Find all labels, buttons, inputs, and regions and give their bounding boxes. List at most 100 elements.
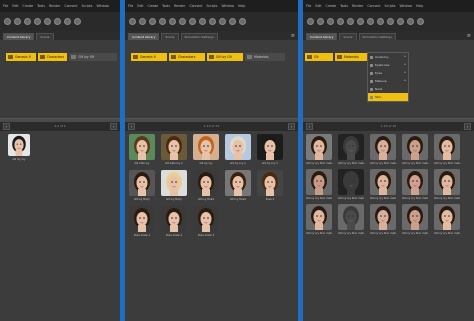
tab-content-library[interactable]: Content Library xyxy=(306,33,338,40)
breadcrumb-item[interactable]: Materials xyxy=(335,53,367,61)
tool-icon[interactable] xyxy=(14,18,21,25)
tab-content-library[interactable]: Content Library xyxy=(128,33,160,40)
content-item[interactable]: Pose smile 3 xyxy=(193,206,219,237)
tab-scene[interactable]: Scene xyxy=(36,33,54,40)
content-item[interactable]: G9 Ivy Head xyxy=(225,170,251,201)
content-item[interactable]: G9 Ivy Ivy xyxy=(193,134,219,165)
tool-icon[interactable] xyxy=(139,18,146,25)
tool-icon[interactable] xyxy=(219,18,226,25)
tool-icon[interactable] xyxy=(149,18,156,25)
dropdown-item[interactable]: Nails xyxy=(368,85,408,93)
content-item[interactable]: Pose smile 1 xyxy=(129,206,155,237)
content-item[interactable]: G9 Ivy Ivy Skin materials xyxy=(402,134,428,165)
content-item[interactable]: G9 Ivy Ivy xyxy=(8,134,30,161)
dropdown-item[interactable]: Eyes ▸ xyxy=(368,69,408,77)
tool-icon[interactable] xyxy=(34,18,41,25)
menu-connect[interactable]: Connect xyxy=(367,4,380,8)
tool-icon[interactable] xyxy=(357,18,364,25)
menu-scripts[interactable]: Scripts xyxy=(207,4,218,8)
tool-icon[interactable] xyxy=(377,18,384,25)
menu-help[interactable]: Help xyxy=(416,4,423,8)
content-item[interactable]: G9 Ivy Ivy Skin materials xyxy=(434,169,460,200)
menu-window[interactable]: Window xyxy=(399,4,412,8)
content-item[interactable]: G9 Ivy Ivy Skin materials xyxy=(370,204,396,235)
content-item[interactable]: G9 Ivy Ivy Skin materials xyxy=(402,204,428,235)
menu-icon[interactable]: ≡ xyxy=(467,33,471,39)
tool-icon[interactable] xyxy=(189,18,196,25)
menu-tools[interactable]: Tools xyxy=(340,4,348,8)
content-item[interactable]: G9 Ivy Ivy Skin materials xyxy=(434,134,460,165)
dropdown-item[interactable]: Anatomy ▸ xyxy=(368,53,408,61)
menu-icon[interactable]: ≡ xyxy=(291,33,295,39)
menu-create[interactable]: Create xyxy=(326,4,337,8)
tool-icon[interactable] xyxy=(367,18,374,25)
menu-scripts[interactable]: Scripts xyxy=(385,4,396,8)
tool-icon[interactable] xyxy=(74,18,81,25)
tool-icon[interactable] xyxy=(239,18,246,25)
content-item[interactable]: G9 Ivy Ivy Skin materials xyxy=(338,204,364,235)
tool-icon[interactable] xyxy=(24,18,31,25)
tab-content-library[interactable]: Content Library xyxy=(3,33,35,40)
dropdown-item[interactable]: Eyebrows ▸ xyxy=(368,61,408,69)
tool-icon[interactable] xyxy=(64,18,71,25)
menu-help[interactable]: Help xyxy=(238,4,245,8)
menu-window[interactable]: Window xyxy=(96,4,109,8)
content-item[interactable]: G9 Ivy Ivy Skin materials xyxy=(338,169,364,200)
next-page-icon[interactable]: › xyxy=(288,123,295,130)
breadcrumb-item[interactable]: Genesis 9 xyxy=(6,53,36,61)
content-item[interactable]: G9 Ivy Ivy Skin materials xyxy=(402,169,428,200)
tool-icon[interactable] xyxy=(199,18,206,25)
tool-icon[interactable] xyxy=(337,18,344,25)
breadcrumb-item[interactable]: Materials xyxy=(245,53,285,61)
menu-edit[interactable]: Edit xyxy=(12,4,18,8)
menu-tools[interactable]: Tools xyxy=(37,4,45,8)
breadcrumb-item[interactable]: Genesis 9 xyxy=(131,53,167,61)
tool-icon[interactable] xyxy=(179,18,186,25)
content-item[interactable]: G9 Ivy Head xyxy=(193,170,219,201)
menu-edit[interactable]: Edit xyxy=(315,4,321,8)
tool-icon[interactable] xyxy=(387,18,394,25)
content-item[interactable]: G9 Ivy Ivy Skin materials xyxy=(370,134,396,165)
tool-icon[interactable] xyxy=(229,18,236,25)
tool-icon[interactable] xyxy=(169,18,176,25)
menu-connect[interactable]: Connect xyxy=(64,4,77,8)
tab-simulation-settings[interactable]: Simulation Settings xyxy=(358,33,396,40)
content-item[interactable]: G9 Ivy Ivy Skin materials xyxy=(306,134,332,165)
menu-window[interactable]: Window xyxy=(221,4,234,8)
tool-icon[interactable] xyxy=(397,18,404,25)
tool-icon[interactable] xyxy=(317,18,324,25)
tool-icon[interactable] xyxy=(209,18,216,25)
dropdown-item[interactable]: Skin xyxy=(368,93,408,101)
tool-icon[interactable] xyxy=(307,18,314,25)
menu-file[interactable]: File xyxy=(3,4,8,8)
category-dropdown[interactable]: Anatomy ▸ Eyebrows ▸ Eyes ▸ Makeup ▸ Nails Skin xyxy=(367,52,409,102)
content-item[interactable]: G9 Ivy Ivy Skin materials xyxy=(434,204,460,235)
menu-render[interactable]: Render xyxy=(49,4,60,8)
tool-icon[interactable] xyxy=(44,18,51,25)
content-item[interactable]: G9 Ivy Body xyxy=(161,170,187,201)
content-item[interactable]: Pose 0 xyxy=(257,170,283,201)
tool-icon[interactable] xyxy=(407,18,414,25)
breadcrumb-item[interactable]: Characters xyxy=(37,53,68,61)
content-item[interactable]: G9 Ivy Body xyxy=(129,170,155,201)
tab-scene[interactable]: Scene xyxy=(161,33,179,40)
breadcrumb-item[interactable]: G9 Ivy G9 xyxy=(69,53,117,61)
menu-render[interactable]: Render xyxy=(174,4,185,8)
breadcrumb-item[interactable]: Characters xyxy=(169,53,205,61)
tool-icon[interactable] xyxy=(417,18,424,25)
tab-scene[interactable]: Scene xyxy=(339,33,357,40)
tool-icon[interactable] xyxy=(129,18,136,25)
tool-icon[interactable] xyxy=(347,18,354,25)
menu-edit[interactable]: Edit xyxy=(137,4,143,8)
next-page-icon[interactable]: › xyxy=(464,123,471,130)
content-item[interactable]: G9 Cats Ivy xyxy=(129,134,155,165)
content-item[interactable]: G9 Cats Ivy 2 xyxy=(161,134,187,165)
tab-simulation-settings[interactable]: Simulation Settings xyxy=(180,33,218,40)
menu-create[interactable]: Create xyxy=(23,4,34,8)
tool-icon[interactable] xyxy=(54,18,61,25)
content-item[interactable]: G9 Ivy Ivy Skin materials xyxy=(370,169,396,200)
tool-icon[interactable] xyxy=(159,18,166,25)
content-item[interactable]: Pose smile 2 xyxy=(161,206,187,237)
menu-file[interactable]: File xyxy=(128,4,133,8)
breadcrumb-item[interactable]: G9 Ivy G9 xyxy=(207,53,243,61)
